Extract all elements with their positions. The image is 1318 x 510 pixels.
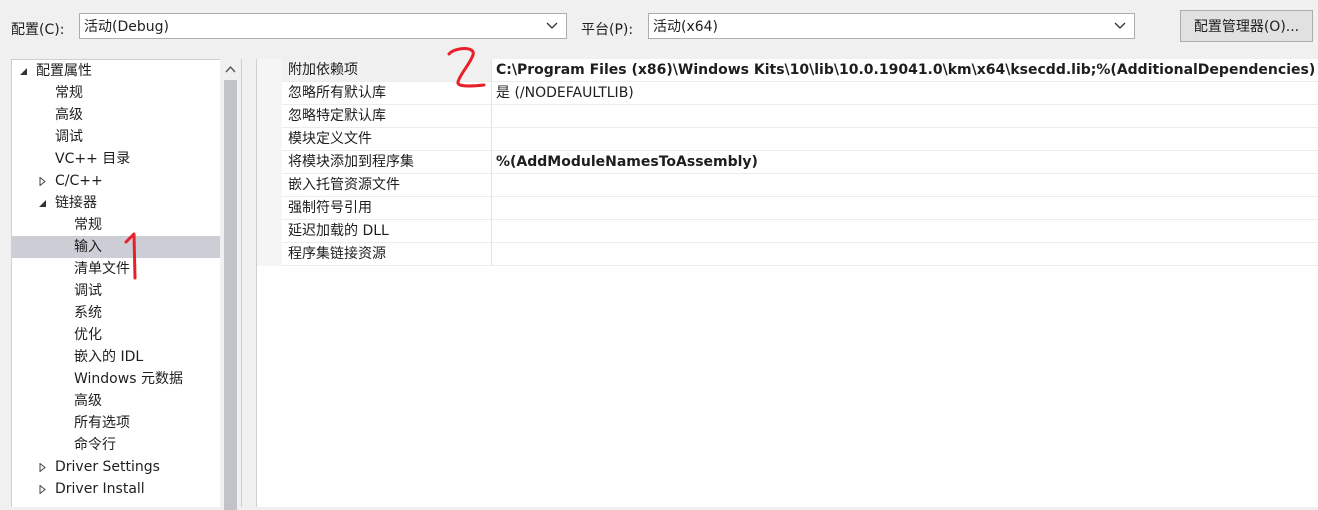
expanded-triangle-icon[interactable]: [19, 67, 28, 76]
tree-item-label: Driver Settings: [55, 459, 160, 475]
property-row[interactable]: 附加依赖项 C:\Program Files (x86)\Windows Kits…: [257, 59, 1318, 82]
row-gutter: [257, 243, 282, 266]
tree-item[interactable]: 高级: [12, 104, 220, 126]
tree-item[interactable]: Driver Install: [12, 478, 220, 500]
property-name: 程序集链接资源: [282, 243, 491, 266]
collapsed-triangle-icon[interactable]: [38, 463, 47, 472]
tree-item[interactable]: 命令行: [12, 434, 220, 456]
chevron-down-icon: [1114, 22, 1126, 29]
scrollbar-thumb[interactable]: [224, 80, 237, 510]
property-value[interactable]: 是 (/NODEFAULTLIB): [491, 82, 1318, 105]
tree-item[interactable]: 清单文件: [12, 258, 220, 280]
row-gutter: [257, 220, 282, 243]
row-gutter: [257, 128, 282, 151]
property-value[interactable]: [491, 128, 1318, 151]
property-row[interactable]: 延迟加载的 DLL: [257, 220, 1318, 243]
tree-item[interactable]: Driver Settings: [12, 456, 220, 478]
tree-item-label: 所有选项: [74, 415, 130, 431]
property-value[interactable]: [491, 220, 1318, 243]
chevron-down-icon: [546, 22, 558, 29]
config-manager-button[interactable]: 配置管理器(O)...: [1180, 10, 1313, 42]
tree-item-label: 命令行: [74, 437, 116, 453]
property-tree: 配置属性 常规 高级 调试 VC++ 目录 C/C++ 链接器 常规 输入 清单文件 调试 系统 优化嵌…: [11, 59, 242, 507]
row-gutter: [257, 151, 282, 174]
property-name: 忽略特定默认库: [282, 105, 491, 128]
property-value[interactable]: [491, 243, 1318, 266]
tree-item[interactable]: 优化: [12, 324, 220, 346]
row-gutter: [257, 105, 282, 128]
config-label: 配置(C):: [11, 22, 65, 38]
collapsed-triangle-icon[interactable]: [38, 485, 47, 494]
tree-item[interactable]: 常规: [12, 82, 220, 104]
tree-item[interactable]: 调试: [12, 126, 220, 148]
tree-item[interactable]: 系统: [12, 302, 220, 324]
scroll-up-arrow-icon[interactable]: [225, 65, 236, 73]
config-toolbar: 配置(C): 活动(Debug) 平台(P): 活动(x64) 配置管理器(O)…: [0, 0, 1318, 56]
tree-item[interactable]: 常规: [12, 214, 220, 236]
tree-item[interactable]: 高级: [12, 390, 220, 412]
tree-item-label: 优化: [74, 327, 102, 343]
property-row[interactable]: 将模块添加到程序集 %(AddModuleNamesToAssembly): [257, 151, 1318, 174]
tree-item-label: VC++ 目录: [55, 151, 131, 167]
tree-item[interactable]: C/C++: [12, 170, 220, 192]
tree-item[interactable]: 输入: [12, 236, 220, 258]
property-row[interactable]: 嵌入托管资源文件: [257, 174, 1318, 197]
tree-item-label: 调试: [55, 129, 83, 145]
property-name: 延迟加载的 DLL: [282, 220, 491, 243]
row-gutter: [257, 82, 282, 105]
config-dropdown[interactable]: 活动(Debug): [79, 13, 567, 39]
row-gutter: [257, 174, 282, 197]
tree-item[interactable]: VC++ 目录: [12, 148, 220, 170]
collapsed-triangle-icon[interactable]: [38, 177, 47, 186]
tree-item-label: C/C++: [55, 173, 103, 189]
platform-label: 平台(P):: [581, 22, 634, 38]
tree-item-label: 系统: [74, 305, 102, 321]
tree-item[interactable]: 配置属性: [12, 60, 220, 82]
tree-item[interactable]: Windows 元数据: [12, 368, 220, 390]
tree-item-label: 清单文件: [74, 261, 130, 277]
property-name: 嵌入托管资源文件: [282, 174, 491, 197]
expanded-triangle-icon[interactable]: [38, 199, 47, 208]
tree-item-label: 输入: [74, 239, 102, 255]
tree-item-label: 高级: [74, 393, 102, 409]
property-row[interactable]: 程序集链接资源: [257, 243, 1318, 266]
property-name: 将模块添加到程序集: [282, 151, 491, 174]
property-name: 模块定义文件: [282, 128, 491, 151]
tree-item-label: 常规: [55, 85, 83, 101]
tree-item[interactable]: 所有选项: [12, 412, 220, 434]
property-grid: 附加依赖项 C:\Program Files (x86)\Windows Kits…: [256, 59, 1318, 507]
tree-item-label: Windows 元数据: [74, 371, 183, 387]
platform-dropdown[interactable]: 活动(x64): [648, 13, 1135, 39]
row-gutter: [257, 197, 282, 220]
property-row[interactable]: 强制符号引用: [257, 197, 1318, 220]
property-name: 附加依赖项: [282, 59, 491, 82]
tree-scrollbar[interactable]: [220, 59, 241, 510]
tree-item[interactable]: 调试: [12, 280, 220, 302]
tree-item-label: Driver Install: [55, 481, 145, 497]
property-name: 忽略所有默认库: [282, 82, 491, 105]
property-value[interactable]: [491, 105, 1318, 128]
tree-item-label: 嵌入的 IDL: [74, 349, 144, 365]
tree-item-label: 常规: [74, 217, 102, 233]
property-row[interactable]: 模块定义文件: [257, 128, 1318, 151]
platform-dropdown-value: 活动(x64): [653, 19, 719, 35]
tree-item-label: 链接器: [55, 195, 97, 211]
property-value[interactable]: %(AddModuleNamesToAssembly): [491, 151, 1318, 174]
tree-item[interactable]: 链接器: [12, 192, 220, 214]
property-name: 强制符号引用: [282, 197, 491, 220]
tree-item-label: 配置属性: [36, 63, 92, 79]
property-row[interactable]: 忽略特定默认库: [257, 105, 1318, 128]
property-row[interactable]: 忽略所有默认库是 (/NODEFAULTLIB): [257, 82, 1318, 105]
tree-item-label: 调试: [74, 283, 102, 299]
config-dropdown-value: 活动(Debug): [84, 19, 169, 35]
property-value[interactable]: [491, 174, 1318, 197]
tree-item[interactable]: 嵌入的 IDL: [12, 346, 220, 368]
property-value[interactable]: C:\Program Files (x86)\Windows Kits\10\l…: [491, 59, 1318, 82]
tree-item-label: 高级: [55, 107, 83, 123]
property-value[interactable]: [491, 197, 1318, 220]
row-gutter: [257, 59, 282, 82]
